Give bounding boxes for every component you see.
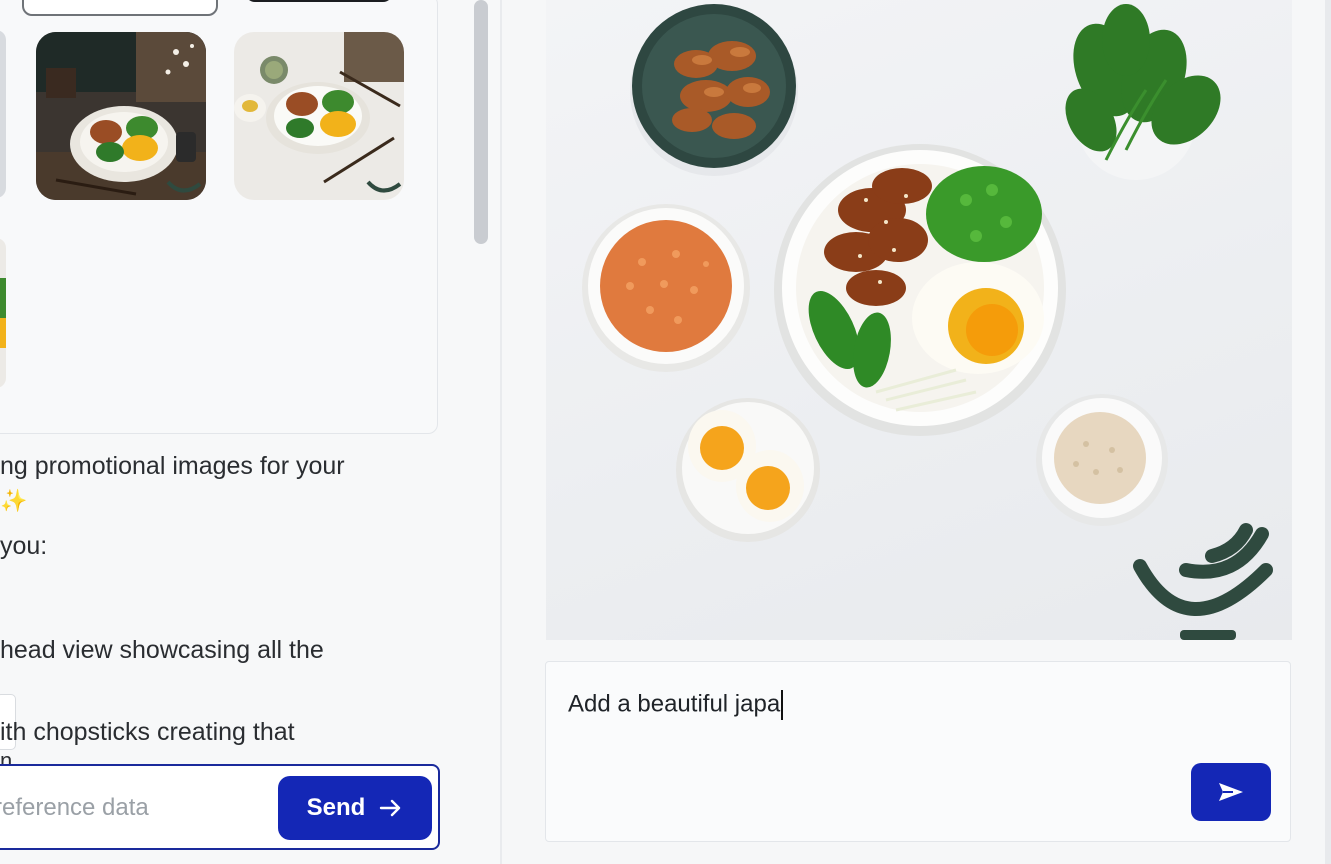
send-button-label: Send <box>306 794 366 821</box>
text-caret <box>781 690 784 720</box>
prompt-input-text: Add a beautiful japa <box>568 690 781 718</box>
thumbnail-image[interactable] <box>0 30 6 198</box>
prompt-input[interactable]: Add a beautiful japa <box>568 690 784 720</box>
thumbnail-image[interactable] <box>0 238 6 388</box>
prompt-send-button[interactable] <box>1191 763 1271 821</box>
gallery-scrollbar[interactable] <box>474 0 488 244</box>
arrow-right-icon <box>380 799 401 817</box>
message-input-bar[interactable]: reference data Send <box>0 764 440 850</box>
thumbnail-image[interactable] <box>234 32 404 200</box>
chat-message-line: ith chopsticks creating that <box>0 718 295 746</box>
chat-message-line: head view showcasing all the <box>0 636 324 664</box>
gallery-tab[interactable] <box>22 0 218 16</box>
paper-plane-icon <box>1219 783 1243 801</box>
message-input[interactable]: reference data <box>0 794 149 822</box>
chat-message-line: ng promotional images for your <box>0 452 345 480</box>
gallery-tab-selected[interactable] <box>245 0 393 2</box>
preview-panel: Add a beautiful japa <box>502 0 1331 864</box>
send-button[interactable]: Send <box>278 776 432 840</box>
prompt-input-box[interactable]: Add a beautiful japa <box>545 661 1291 842</box>
chat-message-line: you: <box>0 532 48 560</box>
thumbnail-dark-table-image <box>36 32 206 200</box>
window-edge <box>1325 0 1331 864</box>
thumbnail-image[interactable] <box>36 32 206 200</box>
thumbnail-partial-image <box>0 238 6 388</box>
chat-panel: ng promotional images for your ✨ you: he… <box>0 0 500 864</box>
food-bowl-image <box>582 4 1273 640</box>
thumbnail-light-table-image <box>234 32 404 200</box>
generated-food-image[interactable] <box>546 0 1292 640</box>
brand-logo-icon <box>1133 523 1273 616</box>
sparkle-icon: ✨ <box>0 488 28 513</box>
